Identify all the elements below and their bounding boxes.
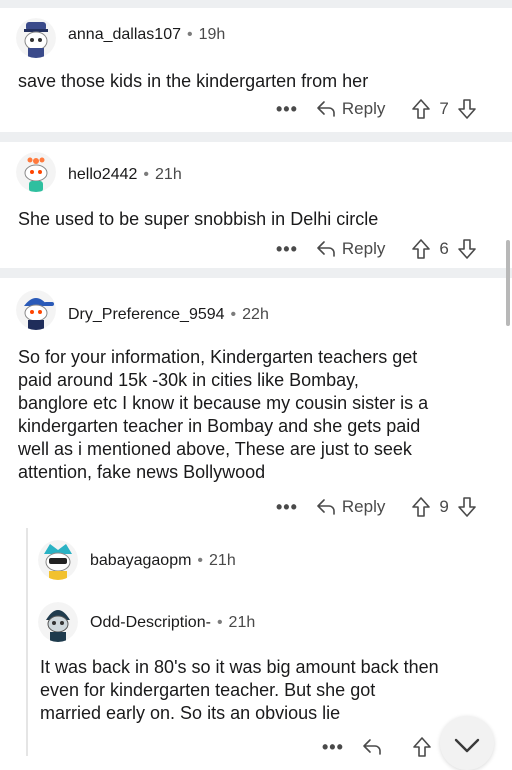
comment-divider — [0, 132, 512, 142]
username[interactable]: anna_dallas107 — [68, 26, 181, 43]
reply-line: married early on. So its an obvious lie — [40, 703, 341, 723]
comment-divider — [0, 0, 512, 8]
username[interactable]: babayagaopm — [90, 552, 191, 569]
timestamp: 21h — [228, 614, 256, 631]
avatar[interactable] — [38, 602, 78, 642]
chevron-down-icon — [454, 738, 480, 753]
reply-line: even for kindergarten teacher. But she g… — [40, 680, 376, 700]
meta-separator: • — [230, 306, 237, 323]
meta-separator: • — [216, 614, 223, 631]
reply-meta: babayagaopm • 21h — [90, 552, 236, 570]
username[interactable]: Dry_Preference_9594 — [68, 306, 225, 323]
vote-controls: 9 — [411, 496, 476, 518]
comment-body: So for your information, Kindergarten te… — [18, 346, 428, 484]
comment-line: well as i mentioned above, These are jus… — [18, 439, 412, 459]
comment-line: paid around 15k -30k in cities like Bomb… — [18, 370, 359, 390]
timestamp: 19h — [198, 26, 226, 43]
meta-separator: • — [197, 552, 204, 569]
reply-button[interactable] — [362, 738, 388, 756]
reply-actions: ••• — [322, 732, 432, 762]
vote-controls: 6 — [411, 238, 476, 260]
comment-meta: hello2442 • 21h — [68, 166, 182, 184]
reply-label: Reply — [341, 239, 386, 258]
upvote-icon[interactable] — [411, 98, 431, 120]
upvote-icon[interactable] — [411, 496, 431, 518]
avatar[interactable] — [16, 18, 56, 58]
more-options-button[interactable]: ••• — [276, 497, 298, 518]
thread-line[interactable] — [26, 528, 28, 756]
avatar[interactable] — [38, 540, 78, 580]
more-options-button[interactable]: ••• — [276, 99, 298, 120]
comment-line: So for your information, Kindergarten te… — [18, 347, 418, 367]
more-options-button[interactable]: ••• — [322, 737, 344, 758]
upvote-icon[interactable] — [412, 736, 432, 758]
reply-icon — [363, 739, 381, 755]
more-options-button[interactable]: ••• — [276, 239, 298, 260]
timestamp: 21h — [209, 552, 236, 569]
comment-card: hello2442 • 21h She used to be super snobb… — [0, 142, 512, 268]
meta-separator: • — [143, 166, 150, 183]
reply-button[interactable]: Reply — [316, 239, 385, 259]
reply-body: It was back in 80's so it was big amount… — [40, 656, 439, 725]
comment-body: She used to be super snobbish in Delhi c… — [18, 209, 379, 229]
comment-card: anna_dallas107 • 19h save those kids in th… — [0, 8, 512, 132]
downvote-icon[interactable] — [457, 496, 477, 518]
comment-meta: Dry_Preference_9594 • 22h — [68, 306, 269, 324]
username[interactable]: Odd-Description- — [90, 614, 211, 631]
reply-icon — [317, 101, 335, 117]
comment-line: banglore etc I know it because my cousin… — [18, 393, 429, 413]
reply-button[interactable]: Reply — [316, 99, 385, 119]
reply-icon — [317, 499, 335, 515]
reply-label: Reply — [341, 99, 386, 118]
vote-count: 9 — [439, 497, 449, 516]
vote-controls: 7 — [411, 98, 476, 120]
reply-line: It was back in 80's so it was big amount… — [40, 657, 439, 677]
avatar[interactable] — [16, 152, 56, 192]
comment-line: attention, fake news Bollywood — [18, 462, 266, 482]
next-comment-button[interactable] — [440, 716, 494, 770]
reply-icon — [317, 241, 335, 257]
comment-actions: ••• Reply 7 — [276, 94, 477, 124]
reply-label: Reply — [341, 497, 386, 516]
downvote-icon[interactable] — [457, 238, 477, 260]
comment-meta: anna_dallas107 • 19h — [68, 26, 225, 44]
reply-meta: Odd-Description- • 21h — [90, 614, 255, 632]
timestamp: 22h — [242, 306, 269, 323]
comment-divider — [0, 268, 512, 278]
comment-actions: ••• Reply 9 — [276, 492, 477, 522]
vote-count: 7 — [439, 99, 449, 118]
comment-actions: ••• Reply 6 — [276, 234, 477, 264]
scrollbar[interactable] — [506, 240, 510, 326]
vote-count: 6 — [439, 239, 449, 258]
timestamp: 21h — [155, 166, 182, 183]
avatar[interactable] — [16, 290, 56, 330]
username[interactable]: hello2442 — [68, 166, 137, 183]
downvote-icon[interactable] — [457, 98, 477, 120]
upvote-icon[interactable] — [411, 238, 431, 260]
comment-line: kindergarten teacher in Bombay and she g… — [18, 416, 421, 436]
meta-separator: • — [187, 26, 193, 43]
comment-body: save those kids in the kindergarten from… — [18, 71, 369, 91]
reply-button[interactable]: Reply — [316, 497, 385, 517]
